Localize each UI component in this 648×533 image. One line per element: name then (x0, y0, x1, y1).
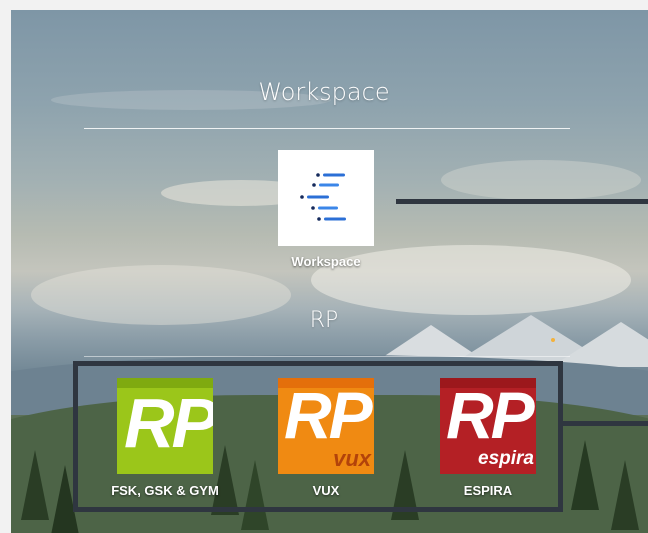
rp-logo-text: RP (124, 384, 213, 462)
app-label-fsk-gsk-gym: FSK, GSK & GYM (111, 483, 219, 498)
rp-vux-subtext: vux (333, 446, 371, 471)
section-divider (84, 128, 570, 129)
rp-green-logo: RP (117, 378, 213, 474)
app-label-workspace: Workspace (291, 254, 361, 269)
section-title-rp: RP (309, 308, 339, 333)
rp-espira-app-tile[interactable]: RP espira (440, 378, 536, 474)
workspace-bullets-icon (300, 173, 346, 221)
workspace-app-tile[interactable] (278, 150, 374, 246)
rp-espira-subtext: espira (478, 448, 534, 469)
rp-vux-app-tile[interactable]: RP vux (278, 378, 374, 474)
rp-logo-text: RP (446, 378, 535, 452)
section-title-workspace: Workspace (258, 78, 390, 106)
section-divider-rp (84, 356, 570, 357)
app-label-espira: ESPIRA (463, 483, 513, 498)
rp-vux-orange-logo: RP vux (278, 378, 374, 474)
connector-line-workspace (396, 199, 648, 204)
app-label-vux: VUX (312, 483, 340, 498)
rp-fsk-gsk-gym-app-tile[interactable]: RP (117, 378, 213, 474)
connector-line-rp (563, 421, 648, 426)
rp-espira-red-logo: RP espira (440, 378, 536, 474)
rp-logo-text: RP (284, 378, 373, 452)
